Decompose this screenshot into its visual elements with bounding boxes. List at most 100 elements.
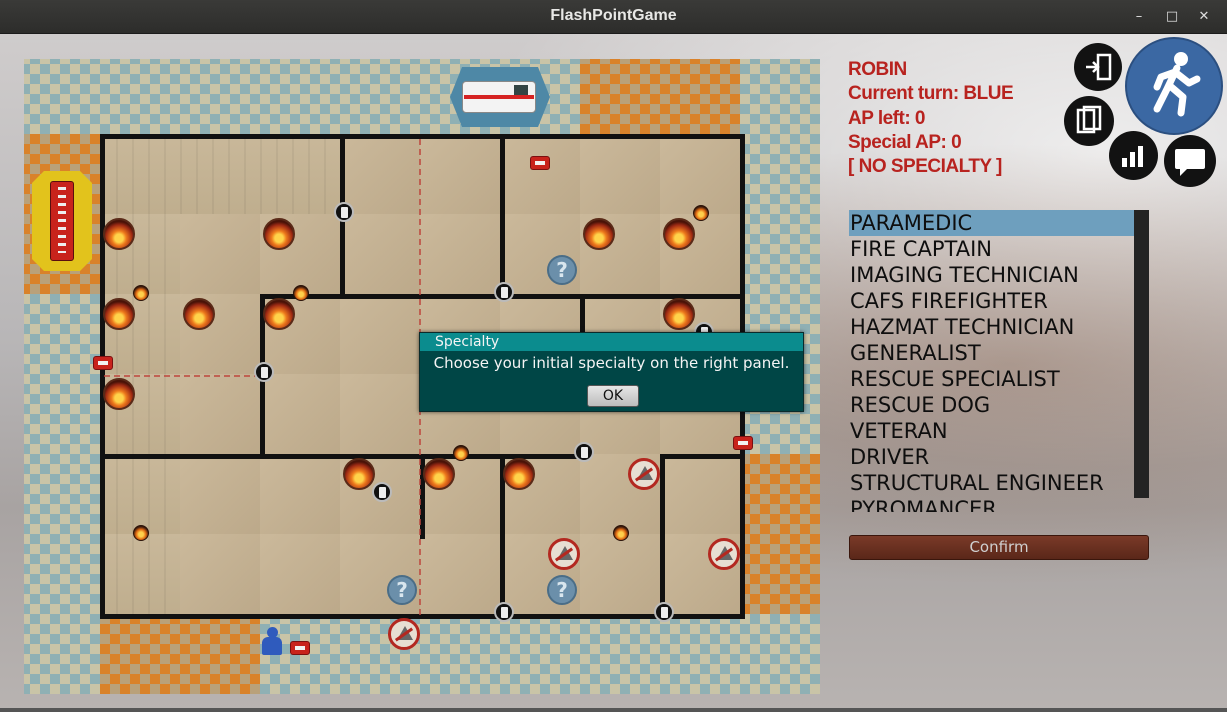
board-tile[interactable] bbox=[420, 614, 500, 694]
fire-icon[interactable] bbox=[583, 218, 615, 250]
board-tile[interactable] bbox=[260, 534, 340, 614]
board-tile[interactable] bbox=[24, 614, 100, 694]
board-tile[interactable] bbox=[420, 134, 500, 214]
board-tile[interactable] bbox=[580, 614, 660, 694]
door-icon[interactable] bbox=[574, 442, 594, 462]
victim-marker-icon[interactable] bbox=[290, 641, 310, 655]
board-tile[interactable] bbox=[660, 454, 740, 534]
door-icon[interactable] bbox=[654, 602, 674, 622]
board-tile[interactable] bbox=[740, 214, 820, 294]
fire-engine-icon[interactable] bbox=[32, 171, 92, 271]
board-tile[interactable] bbox=[580, 134, 660, 214]
board-tile[interactable] bbox=[24, 294, 100, 374]
specialty-list[interactable]: PARAMEDIC FIRE CAPTAIN IMAGING TECHNICIAN C… bbox=[849, 210, 1149, 512]
close-icon[interactable]: ✕ bbox=[1193, 6, 1215, 28]
hazmat-icon[interactable] bbox=[708, 538, 740, 570]
board-tile[interactable] bbox=[740, 614, 820, 694]
minimize-icon[interactable]: – bbox=[1128, 6, 1150, 28]
poi-icon[interactable]: ? bbox=[387, 575, 417, 605]
board-tile[interactable] bbox=[500, 614, 580, 694]
board-tile[interactable] bbox=[24, 374, 100, 454]
specialty-item[interactable]: DRIVER bbox=[849, 444, 1134, 470]
board-tile[interactable] bbox=[340, 294, 420, 374]
board-tile[interactable] bbox=[580, 534, 660, 614]
running-man-icon[interactable] bbox=[1125, 37, 1223, 135]
fire-icon[interactable] bbox=[263, 218, 295, 250]
specialty-item[interactable]: IMAGING TECHNICIAN bbox=[849, 262, 1134, 288]
board-tile[interactable] bbox=[100, 454, 180, 534]
exit-door-icon[interactable] bbox=[1074, 43, 1122, 91]
specialty-item[interactable]: GENERALIST bbox=[849, 340, 1134, 366]
board-tile[interactable] bbox=[100, 534, 180, 614]
board-tile[interactable] bbox=[260, 374, 340, 454]
board-tile[interactable] bbox=[180, 454, 260, 534]
board-tile[interactable] bbox=[24, 454, 100, 534]
door-icon[interactable] bbox=[372, 482, 392, 502]
board-tile[interactable] bbox=[340, 214, 420, 294]
fire-icon[interactable] bbox=[423, 458, 455, 490]
board-tile[interactable] bbox=[420, 214, 500, 294]
board-tile[interactable] bbox=[24, 534, 100, 614]
smoke-icon[interactable] bbox=[613, 525, 629, 541]
board-tile[interactable] bbox=[660, 614, 740, 694]
hazmat-icon[interactable] bbox=[388, 618, 420, 650]
fire-icon[interactable] bbox=[663, 298, 695, 330]
player-pawn-blue[interactable] bbox=[260, 627, 284, 655]
fire-icon[interactable] bbox=[103, 378, 135, 410]
door-icon[interactable] bbox=[494, 282, 514, 302]
hazmat-icon[interactable] bbox=[548, 538, 580, 570]
door-icon[interactable] bbox=[254, 362, 274, 382]
board-tile[interactable] bbox=[340, 134, 420, 214]
card-icon[interactable] bbox=[1064, 96, 1114, 146]
board-tile[interactable] bbox=[660, 59, 740, 134]
board-tile[interactable] bbox=[180, 59, 260, 134]
board-tile[interactable] bbox=[740, 59, 820, 134]
specialty-item[interactable]: HAZMAT TECHNICIAN bbox=[849, 314, 1134, 340]
poi-icon[interactable]: ? bbox=[547, 255, 577, 285]
fire-icon[interactable] bbox=[103, 298, 135, 330]
board-tile[interactable] bbox=[180, 134, 260, 214]
board-tile[interactable] bbox=[740, 134, 820, 214]
hazmat-icon[interactable] bbox=[628, 458, 660, 490]
board-tile[interactable] bbox=[340, 59, 420, 134]
board-tile[interactable] bbox=[24, 59, 100, 134]
board-tile[interactable] bbox=[340, 374, 420, 454]
smoke-icon[interactable] bbox=[133, 525, 149, 541]
specialty-item[interactable]: RESCUE DOG bbox=[849, 392, 1134, 418]
specialty-item[interactable]: CAFS FIREFIGHTER bbox=[849, 288, 1134, 314]
door-icon[interactable] bbox=[494, 602, 514, 622]
board-tile[interactable] bbox=[260, 134, 340, 214]
board-tile[interactable] bbox=[580, 59, 660, 134]
ambulance-icon[interactable] bbox=[450, 67, 550, 127]
poi-icon[interactable]: ? bbox=[547, 575, 577, 605]
board-tile[interactable] bbox=[180, 534, 260, 614]
victim-marker-icon[interactable] bbox=[733, 436, 753, 450]
confirm-button[interactable]: Confirm bbox=[849, 535, 1149, 560]
specialty-item[interactable]: STRUCTURAL ENGINEER bbox=[849, 470, 1134, 496]
specialty-item[interactable]: PYROMANCER bbox=[849, 496, 1134, 512]
board-tile[interactable] bbox=[100, 59, 180, 134]
specialty-item[interactable]: PARAMEDIC bbox=[849, 210, 1134, 236]
maximize-icon[interactable]: □ bbox=[1161, 6, 1183, 28]
fire-icon[interactable] bbox=[503, 458, 535, 490]
board-tile[interactable] bbox=[660, 134, 740, 214]
board-tile[interactable] bbox=[180, 374, 260, 454]
fire-icon[interactable] bbox=[263, 298, 295, 330]
specialty-item[interactable]: VETERAN bbox=[849, 418, 1134, 444]
ok-button[interactable]: OK bbox=[587, 385, 639, 407]
door-icon[interactable] bbox=[334, 202, 354, 222]
specialty-list-scrollbar[interactable] bbox=[1134, 210, 1149, 498]
board-tile[interactable] bbox=[740, 454, 820, 534]
victim-marker-icon[interactable] bbox=[93, 356, 113, 370]
specialty-item[interactable]: FIRE CAPTAIN bbox=[849, 236, 1134, 262]
specialty-item[interactable]: RESCUE SPECIALIST bbox=[849, 366, 1134, 392]
chat-bubble-icon[interactable] bbox=[1164, 135, 1216, 187]
board-tile[interactable] bbox=[180, 214, 260, 294]
board-tile[interactable] bbox=[420, 534, 500, 614]
board-tile[interactable] bbox=[500, 134, 580, 214]
smoke-icon[interactable] bbox=[453, 445, 469, 461]
board-tile[interactable] bbox=[740, 534, 820, 614]
fire-icon[interactable] bbox=[343, 458, 375, 490]
smoke-icon[interactable] bbox=[693, 205, 709, 221]
board-tile[interactable] bbox=[260, 59, 340, 134]
